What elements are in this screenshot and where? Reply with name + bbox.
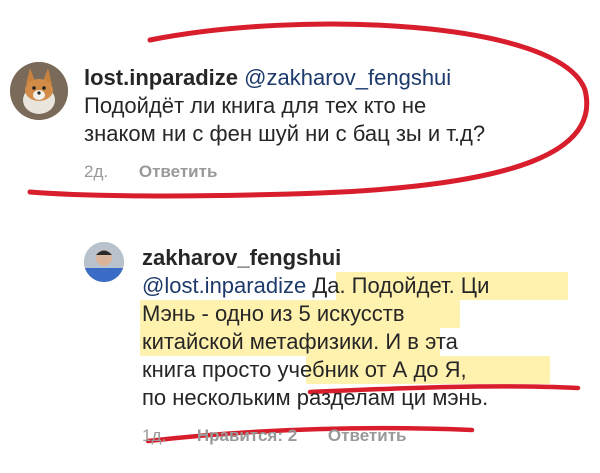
likes-count[interactable]: Нравится: 2	[197, 426, 297, 445]
reply-line-1: @lost.inparadize Да. Подойдет. Ци	[142, 272, 592, 300]
corgi-dog-avatar-icon	[10, 62, 68, 120]
reply-header: zakharov_fengshui	[142, 244, 592, 272]
comment-mention[interactable]: @zakharov_fengshui	[244, 65, 451, 90]
reply-avatar[interactable]	[84, 242, 124, 282]
avatar[interactable]	[10, 62, 68, 120]
comment-username[interactable]: lost.inparadize	[84, 65, 238, 90]
reply-mention[interactable]: @lost.inparadize	[142, 273, 306, 298]
comment-header: lost.inparadize @zakharov_fengshui	[84, 64, 584, 92]
reply-to-reply-button[interactable]: Ответить	[328, 426, 407, 445]
comment-meta: 2д. Ответить	[84, 162, 584, 182]
reply-line-1-text: Да. Подойдет. Ци	[306, 273, 490, 298]
reply-username[interactable]: zakharov_fengshui	[142, 245, 341, 270]
reply-line-5: по нескольким разделам ци мэнь.	[142, 385, 489, 410]
comment-line-1: Подойдёт ли книга для тех кто не	[84, 93, 427, 118]
comment-line-2: знаком ни с фен шуй ни с бац зы и т.д?	[84, 121, 486, 146]
comment-lost-inparadize: lost.inparadize @zakharov_fengshui Подой…	[84, 64, 584, 182]
reply-line-4: книга просто учебник от А до Я,	[142, 357, 467, 382]
comment-zakharov-fengshui: zakharov_fengshui @lost.inparadize Да. П…	[142, 244, 592, 446]
reply-button[interactable]: Ответить	[139, 162, 218, 181]
user-photo-avatar-icon	[84, 242, 124, 282]
comment-time: 2д.	[84, 162, 109, 181]
reply-line-3: китайской метафизики. И в эта	[142, 329, 458, 354]
reply-line-2: Мэнь - одно из 5 искусств	[142, 301, 405, 326]
reply-time: 1д.	[142, 426, 167, 445]
reply-meta: 1д. Нравится: 2 Ответить	[142, 426, 592, 446]
